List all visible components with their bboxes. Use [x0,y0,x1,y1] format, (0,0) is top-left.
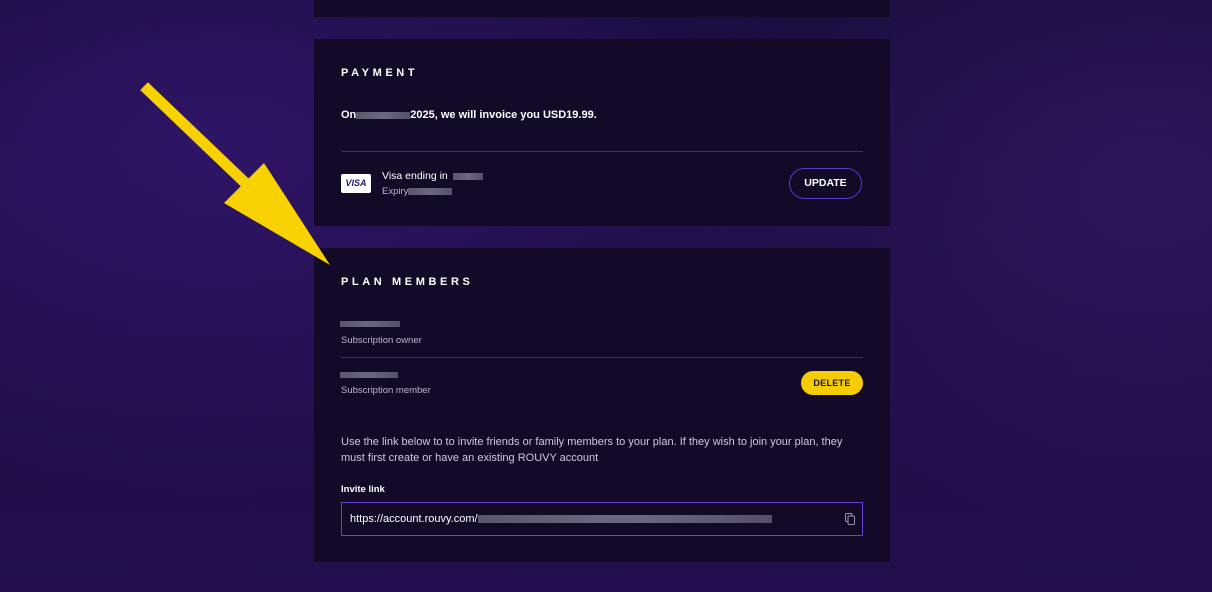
redacted-card-digits [452,172,483,180]
invoice-suffix: 2025, we will invoice you USD19.99. [410,109,597,121]
invoice-prefix: On [341,109,357,121]
redacted-date [356,111,411,119]
payment-title: PAYMENT [341,67,419,79]
redacted-expiry [408,187,453,195]
redacted-member-name [340,372,398,378]
update-payment-button[interactable]: UPDATE [789,168,862,199]
delete-member-button[interactable]: DELETE [801,371,863,395]
plan-members-section: PLAN MEMBERS Subscription owner Subscrip… [314,248,890,562]
card-ending-text: Visa ending in [382,170,483,182]
card-label: Visa ending in [382,170,448,182]
member-role: Subscription member [341,385,431,396]
payment-section: PAYMENT On 2025, we will invoice you USD1… [314,39,890,226]
redacted-owner-name [340,321,400,327]
copy-icon[interactable] [845,513,855,525]
card-expiry-text: Expiry [382,186,453,197]
members-divider [341,357,863,358]
invoice-text: On 2025, we will invoice you USD19.99. [341,109,597,121]
invite-description: Use the link below to to invite friends … [341,436,843,464]
invite-link-label: Invite link [341,484,385,495]
expiry-label: Expiry [382,186,409,197]
visa-card-icon: VISA [341,174,371,193]
plan-members-title: PLAN MEMBERS [341,276,474,288]
invite-link-field[interactable]: https://account.rouvy.com/ [341,502,863,536]
payment-divider [341,151,863,152]
owner-role: Subscription owner [341,335,422,346]
invite-link-text[interactable]: https://account.rouvy.com/ [350,513,772,525]
previous-section-card [314,0,890,17]
redacted-invite-token [477,515,772,524]
invite-link-value: https://account.rouvy.com/ [350,513,478,525]
